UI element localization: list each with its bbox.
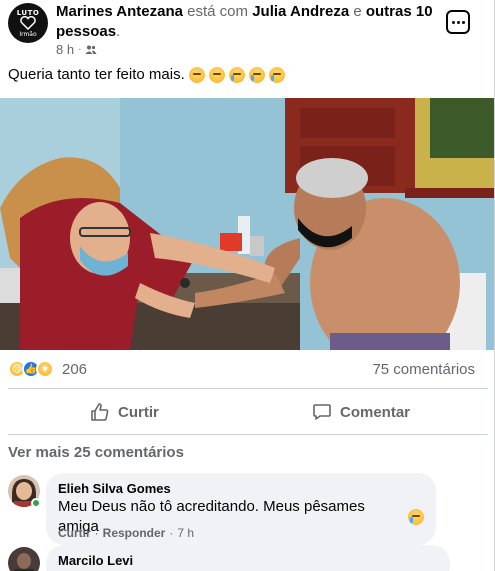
avatar-text-bottom: Irmão [19, 31, 37, 38]
like-button[interactable]: Curtir [90, 398, 159, 426]
comment-count-link[interactable]: 75 comentários [372, 361, 475, 378]
crying-emoji-icon [268, 66, 285, 83]
post-text: Queria tanto ter feito mais. [8, 66, 185, 83]
comment-actions: Curtir · Responder · 7 h [58, 526, 194, 540]
reactions-summary[interactable]: ☹ 👍 ♥ 206 [8, 360, 87, 378]
avatar-image [8, 547, 40, 571]
online-status-badge [31, 498, 41, 508]
heart-icon [20, 16, 36, 30]
post-text-row: Queria tanto ter feito mais. [8, 66, 285, 83]
avatar[interactable] [8, 547, 40, 571]
comment-button[interactable]: Comentar [312, 398, 410, 426]
sep: · [169, 526, 174, 540]
comment-reply-link[interactable]: Responder [103, 526, 166, 540]
crying-emoji-icon [408, 509, 424, 525]
and-text: e [353, 3, 362, 20]
care-reaction-icon: ♥ [36, 360, 54, 378]
period: . [116, 23, 121, 40]
reaction-count: 206 [62, 360, 88, 378]
post-card: LUTO Irmão Marines Antezana está com Jul… [0, 0, 495, 571]
crying-emoji-icon [228, 66, 245, 83]
post-time[interactable]: 8 h [56, 42, 74, 57]
post-header: LUTO Irmão Marines Antezana está com Jul… [8, 2, 488, 60]
post-photo[interactable] [0, 98, 494, 350]
comment-time[interactable]: 7 h [177, 526, 194, 540]
comment-like-link[interactable]: Curtir [58, 526, 91, 540]
divider [8, 434, 488, 435]
more-options-button[interactable] [446, 10, 470, 34]
comment-author[interactable]: Marcilo Levi [58, 553, 438, 569]
meta-separator: · [78, 44, 82, 55]
sad-emoji-icon [188, 66, 205, 83]
sep: · [94, 526, 99, 540]
divider [8, 388, 488, 389]
comment-bubble: Marcilo Levi [46, 545, 450, 571]
page-avatar[interactable]: LUTO Irmão [8, 3, 48, 43]
author-name[interactable]: Marines Antezana [56, 3, 183, 20]
like-label: Curtir [118, 403, 159, 421]
with-text: está com [187, 3, 249, 20]
friends-icon [85, 45, 97, 54]
post-header-text: Marines Antezana está com Julia Andreza … [56, 2, 446, 42]
dot [451, 20, 455, 24]
sad-emoji-icon [208, 66, 225, 83]
photo-illustration [0, 98, 494, 350]
dot [461, 20, 465, 24]
post-meta: 8 h · [56, 42, 97, 57]
comment-icon [313, 404, 331, 420]
comment-author[interactable]: Elieh Silva Gomes [58, 481, 424, 497]
dot [456, 20, 460, 24]
thumbs-up-icon [91, 403, 109, 421]
tagged-name[interactable]: Julia Andreza [252, 3, 349, 20]
crying-emoji-icon [248, 66, 265, 83]
comment-label: Comentar [340, 403, 411, 421]
view-more-comments-link[interactable]: Ver mais 25 comentários [8, 444, 184, 461]
